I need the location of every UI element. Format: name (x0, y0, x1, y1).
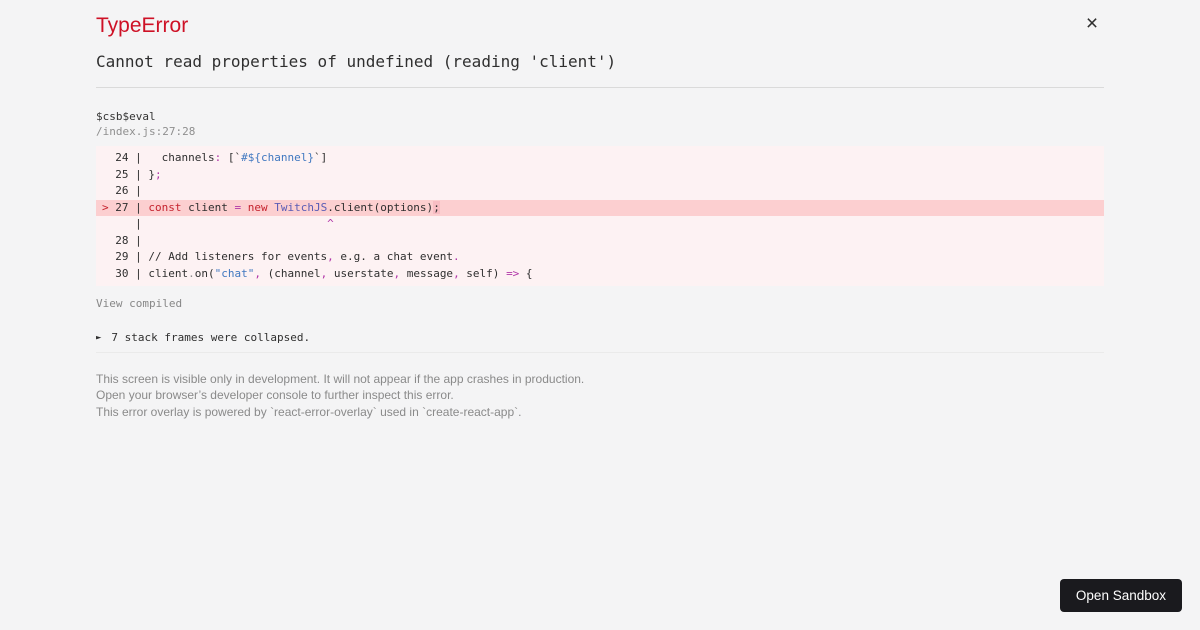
collapsed-frames-toggle[interactable]: ► 7 stack frames were collapsed. (96, 331, 1104, 344)
code-line: 26 | (102, 184, 142, 197)
open-sandbox-button[interactable]: Open Sandbox (1059, 579, 1182, 612)
code-line: 28 | (102, 233, 142, 247)
stack-frame-location: /index.js:27:28 (96, 125, 196, 138)
footer-note-console: Open your browser’s developer console to… (96, 388, 454, 403)
error-overlay: TypeError × Cannot read properties of un… (0, 0, 1200, 630)
expand-arrow-icon: ► (96, 332, 102, 343)
close-button[interactable]: × (1081, 13, 1103, 35)
stack-frame-function: $csb$eval (96, 110, 156, 123)
error-title: TypeError (96, 14, 189, 37)
footer-notes: This screen is visible only in developme… (96, 371, 1104, 420)
code-line: 29 | // Add listeners for events, e.g. a… (102, 250, 460, 263)
code-line: > 27 | const client = new TwitchJS.clien… (96, 199, 1104, 216)
header-divider (96, 87, 1104, 88)
code-line: 30 | client.on("chat", (channel, usersta… (102, 266, 533, 280)
code-line: | ^ (102, 217, 334, 230)
error-message: Cannot read properties of undefined (rea… (96, 52, 617, 71)
collapsed-frames-label: 7 stack frames were collapsed. (111, 331, 311, 344)
close-icon: × (1085, 12, 1099, 35)
stack-frame-info: $csb$eval /index.js:27:28 (96, 109, 1104, 139)
footer-note-powered-by: This error overlay is powered by `react-… (96, 404, 522, 419)
view-compiled-link[interactable]: View compiled (96, 297, 182, 310)
code-frame: 24 | channels: [`#${channel}`] 25 | }; 2… (96, 146, 1104, 286)
code-line: 25 | }; (102, 167, 162, 181)
footer-note-development: This screen is visible only in developme… (96, 372, 585, 386)
code-line: 24 | channels: [`#${channel}`] (102, 151, 328, 164)
footer-divider (96, 352, 1104, 353)
